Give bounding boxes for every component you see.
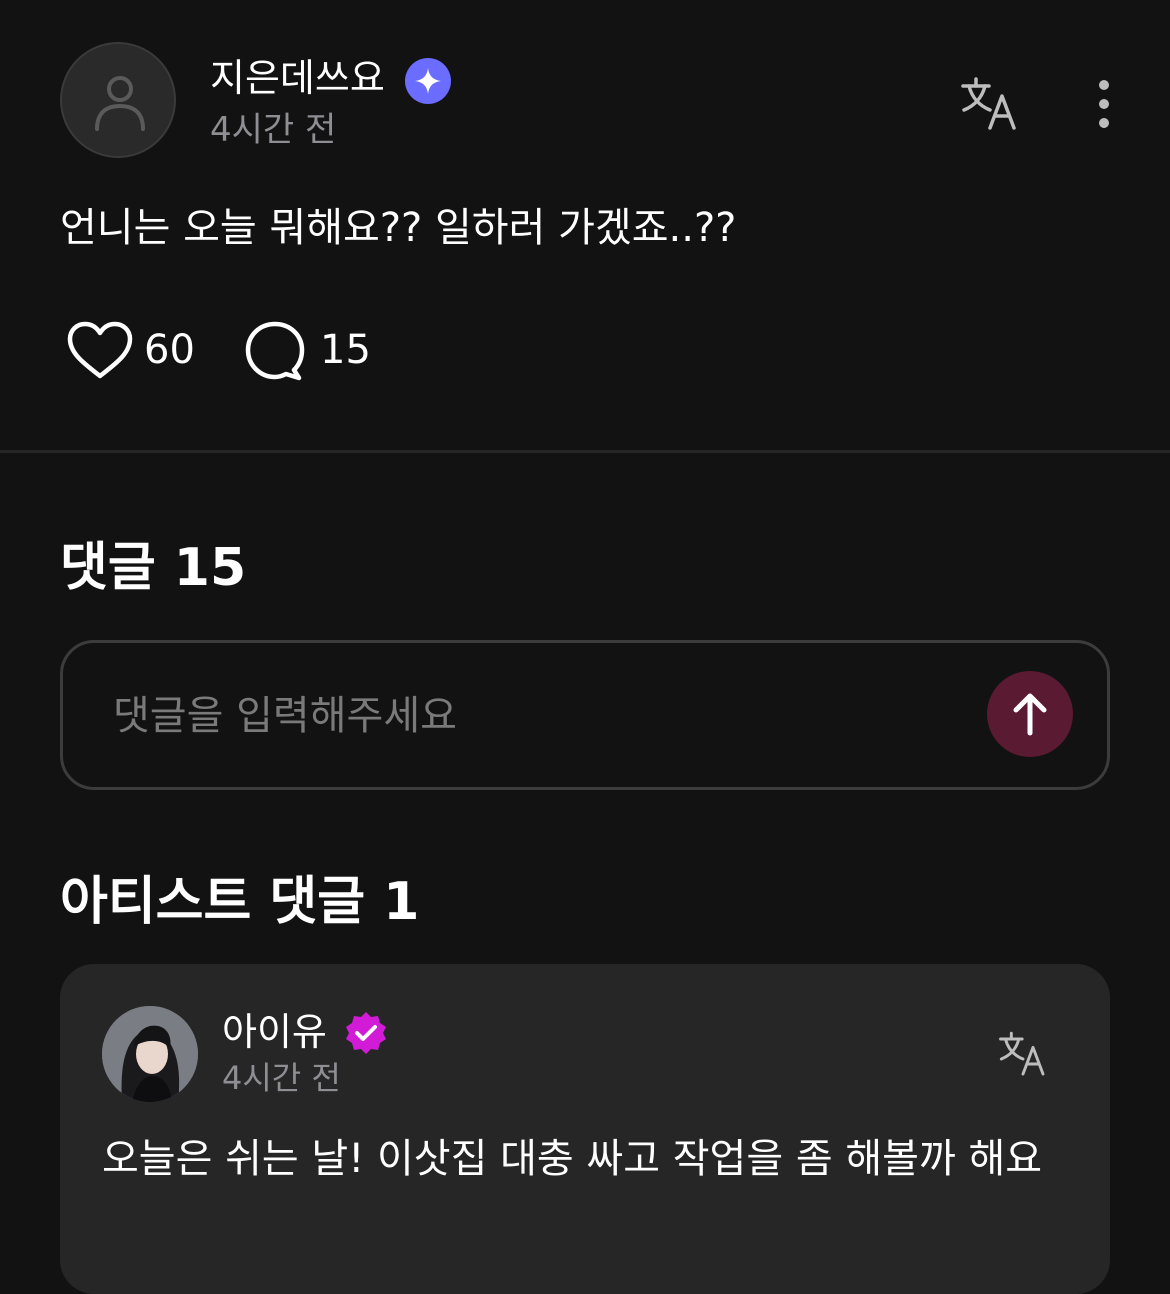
artist-comment-time: 4시간 전	[222, 1059, 341, 1097]
more-vertical-icon[interactable]	[1098, 80, 1110, 132]
comment-input-box	[60, 640, 1110, 790]
post-time: 4시간 전	[210, 110, 337, 150]
author-name[interactable]: 지은데쓰요	[210, 54, 385, 102]
post-header: 지은데쓰요 4시간 전	[60, 42, 1110, 164]
artist-comment-body: 오늘은 쉬는 날! 이삿집 대충 싸고 작업을 좀 해볼까 해요	[102, 1136, 1043, 1182]
artist-name[interactable]: 아이유	[222, 1008, 327, 1056]
artist-comment-card[interactable]: 아이유 4시간 전 오늘은 쉬는 날! 이삿집 대충 싸고 작업을 좀 해볼까 …	[60, 964, 1110, 1294]
translate-icon[interactable]	[960, 76, 1020, 136]
divider	[0, 450, 1170, 453]
post-body: 언니는 오늘 뭐해요?? 일하러 가겠죠..??	[60, 205, 737, 251]
translate-icon[interactable]	[998, 1030, 1048, 1082]
verified-badge-icon	[343, 1010, 389, 1056]
sparkle-badge-icon	[405, 58, 451, 104]
like-count: 60	[144, 327, 195, 373]
comment-bubble-icon	[245, 321, 305, 381]
heart-icon	[67, 321, 133, 379]
comment-count: 15	[320, 327, 371, 373]
arrow-up-icon	[1013, 693, 1047, 736]
send-button[interactable]	[987, 671, 1073, 757]
artist-comments-title: 아티스트 댓글 1	[60, 872, 420, 932]
comments-title: 댓글 15	[60, 538, 247, 598]
comment-input[interactable]	[111, 683, 935, 749]
author-avatar[interactable]	[60, 42, 176, 158]
artist-avatar[interactable]	[102, 1006, 198, 1102]
default-user-icon	[95, 76, 145, 131]
